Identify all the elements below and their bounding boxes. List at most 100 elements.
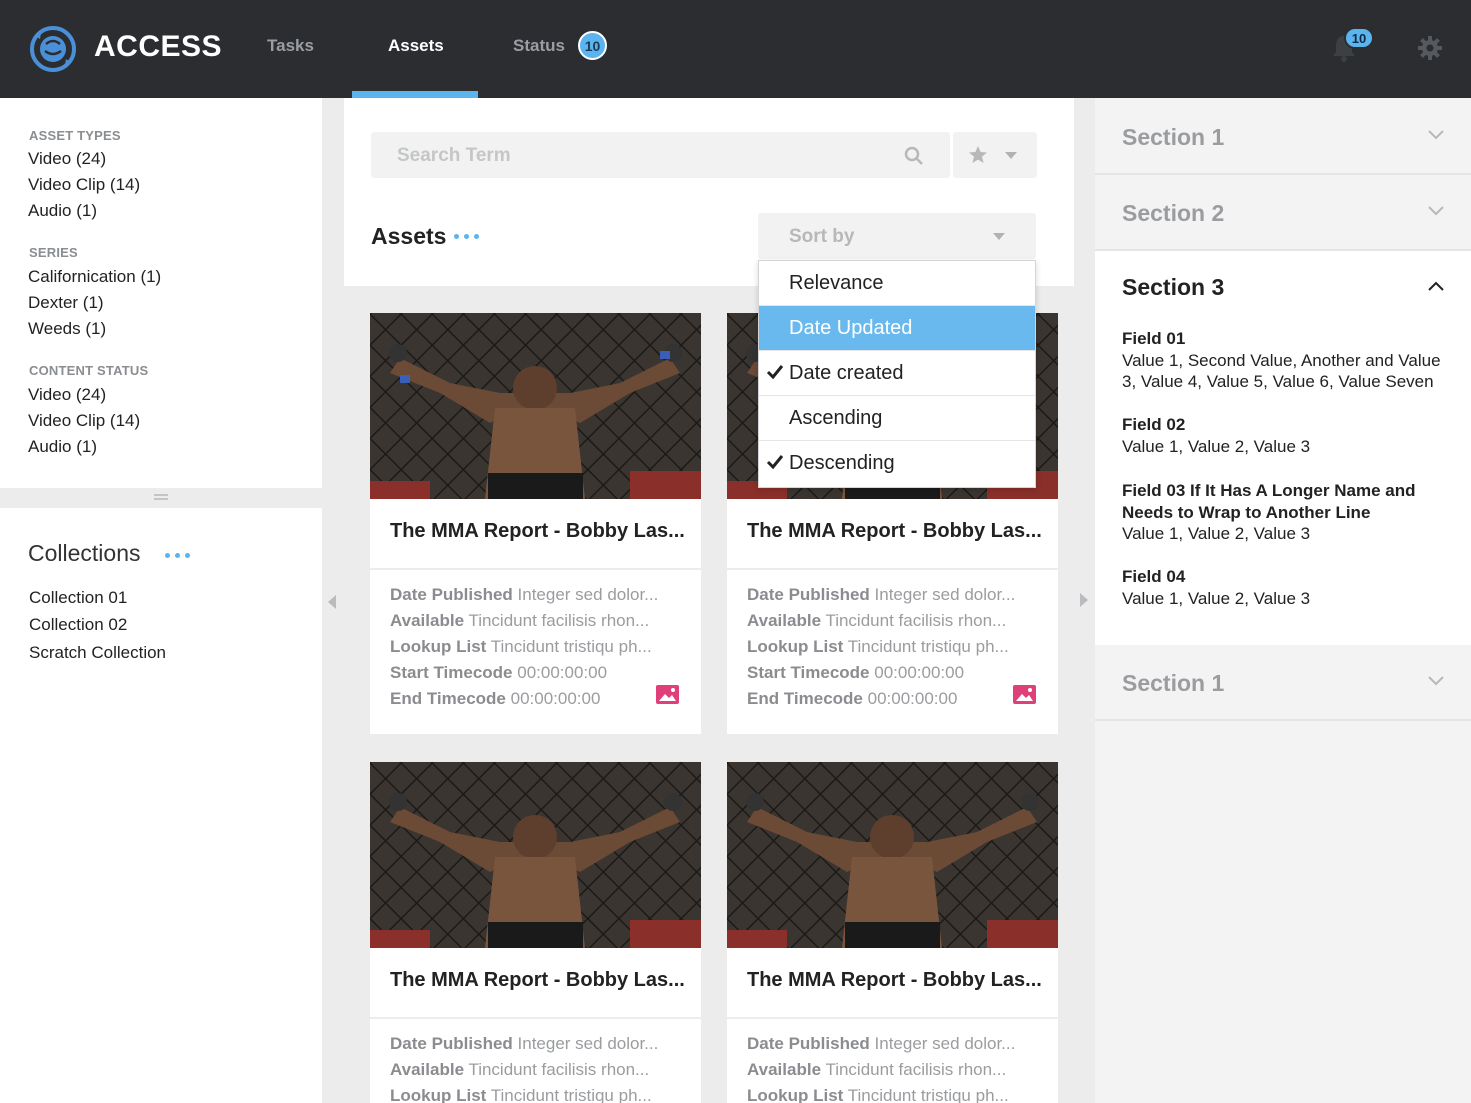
sort-by-select[interactable]: Sort by [758, 213, 1036, 259]
status-count-badge: 10 [578, 31, 607, 60]
search-placeholder: Search Term [397, 145, 511, 166]
sort-option-ascending[interactable]: Ascending [759, 396, 1035, 441]
field-02-value: Value 1, Value 2, Value 3 [1122, 437, 1311, 456]
brand-name: ACCESS [94, 30, 223, 63]
notification-count-badge: 10 [1344, 27, 1374, 49]
asset-title[interactable]: The MMA Report - Bobby Las... [747, 520, 1042, 543]
section-4-header[interactable]: Section 1 [1095, 645, 1471, 721]
image-type-icon [656, 685, 679, 704]
card-divider [370, 1017, 701, 1019]
asset-types-heading: ASSET TYPES [29, 128, 121, 143]
field-02-label: Field 02 [1122, 415, 1186, 434]
meta-available: Available Tincidunt facilisis rhon... [747, 1060, 1007, 1079]
card-divider [370, 568, 701, 570]
meta-date-published: Date Published Integer sed dolor... [390, 1034, 659, 1053]
section-2-header[interactable]: Section 2 [1095, 175, 1471, 251]
field-01-label: Field 01 [1122, 329, 1186, 348]
meta-end-timecode: End Timecode 00:00:00:00 [390, 689, 601, 708]
search-icon[interactable] [904, 146, 924, 166]
asset-card[interactable]: The MMA Report - Bobby Las... Date Publi… [370, 762, 701, 1103]
collection-item-02[interactable]: Collection 02 [29, 615, 127, 635]
asset-card[interactable]: The MMA Report - Bobby Las... Date Publi… [727, 762, 1058, 1103]
access-logo-icon[interactable] [28, 24, 78, 74]
meta-available: Available Tincidunt facilisis rhon... [747, 611, 1007, 630]
asset-title[interactable]: The MMA Report - Bobby Las... [390, 969, 685, 992]
sort-option-descending[interactable]: Descending [759, 441, 1035, 486]
meta-available: Available Tincidunt facilisis rhon... [390, 1060, 650, 1079]
meta-lookup-list: Lookup List Tincidunt tristiqu ph... [390, 1086, 652, 1103]
fighter-thumbnail-image [727, 762, 1058, 948]
sort-dropdown-menu: Relevance Date Updated Date created Asce… [758, 260, 1036, 488]
expand-right-panel-icon[interactable] [1080, 593, 1088, 607]
asset-card[interactable]: The MMA Report - Bobby Las... Date Publi… [370, 313, 701, 734]
meta-date-published: Date Published Integer sed dolor... [747, 1034, 1016, 1053]
field-04-label: Field 04 [1122, 567, 1186, 586]
collections-title: Collections [28, 540, 141, 566]
filter-asset-type-video[interactable]: Video (24) [28, 149, 106, 169]
asset-thumbnail[interactable] [370, 762, 701, 948]
meta-lookup-list: Lookup List Tincidunt tristiqu ph... [747, 1086, 1009, 1103]
chevron-up-icon[interactable] [1428, 281, 1444, 291]
details-panel: Section 1 Section 2 Section 3 Field 01 V… [1095, 98, 1471, 1103]
filter-status-audio[interactable]: Audio (1) [28, 437, 97, 457]
filter-asset-type-audio[interactable]: Audio (1) [28, 201, 97, 221]
series-heading: SERIES [29, 245, 78, 260]
asset-thumbnail[interactable] [727, 762, 1058, 948]
filter-series-weeds[interactable]: Weeds (1) [28, 319, 106, 339]
active-tab-indicator [352, 91, 478, 98]
chevron-down-icon [1428, 130, 1444, 140]
filter-asset-type-video-clip[interactable]: Video Clip (14) [28, 175, 140, 195]
top-navigation-bar: ACCESS Tasks Assets Status 10 10 [0, 0, 1471, 98]
search-input[interactable]: Search Term [371, 132, 950, 178]
section-3-title[interactable]: Section 3 [1122, 274, 1224, 301]
asset-thumbnail[interactable] [370, 313, 701, 499]
assets-more-icon[interactable] [454, 234, 479, 239]
collapse-left-panel-icon[interactable] [328, 595, 336, 609]
tab-tasks[interactable]: Tasks [267, 36, 314, 56]
field-04-value: Value 1, Value 2, Value 3 [1122, 589, 1311, 608]
collection-item-scratch[interactable]: Scratch Collection [29, 643, 166, 663]
settings-gear-icon[interactable] [1417, 35, 1443, 61]
star-icon [969, 146, 987, 163]
sidebar-resize-handle[interactable] [0, 488, 322, 508]
image-type-icon [1013, 685, 1036, 704]
card-divider [727, 1017, 1058, 1019]
section-title: Section 1 [1122, 124, 1225, 150]
section-1-header[interactable]: Section 1 [1095, 98, 1471, 175]
filter-status-video-clip[interactable]: Video Clip (14) [28, 411, 140, 431]
filter-series-californication[interactable]: Californication (1) [28, 267, 161, 287]
chevron-down-icon [1005, 152, 1017, 159]
meta-date-published: Date Published Integer sed dolor... [390, 585, 659, 604]
asset-title[interactable]: The MMA Report - Bobby Las... [390, 520, 685, 543]
card-divider [727, 568, 1058, 570]
resize-grip-icon [154, 494, 168, 496]
favorites-dropdown-button[interactable] [953, 132, 1037, 178]
asset-title[interactable]: The MMA Report - Bobby Las... [747, 969, 1042, 992]
field-01-value: Value 1, Second Value, Another and Value… [1122, 351, 1441, 391]
filter-series-dexter[interactable]: Dexter (1) [28, 293, 104, 313]
meta-available: Available Tincidunt facilisis rhon... [390, 611, 650, 630]
collection-item-01[interactable]: Collection 01 [29, 588, 127, 608]
collections-more-icon[interactable] [165, 553, 190, 558]
tab-status[interactable]: Status [513, 36, 565, 56]
meta-start-timecode: Start Timecode 00:00:00:00 [747, 663, 965, 682]
meta-end-timecode: End Timecode 00:00:00:00 [747, 689, 958, 708]
field-03-value: Value 1, Value 2, Value 3 [1122, 524, 1311, 543]
meta-date-published: Date Published Integer sed dolor... [747, 585, 1016, 604]
chevron-down-icon [1428, 206, 1444, 216]
fighter-thumbnail-image [370, 313, 701, 499]
section-title: Section 1 [1122, 670, 1225, 696]
fighter-thumbnail-image [370, 762, 701, 948]
sort-option-relevance[interactable]: Relevance [759, 261, 1035, 306]
sort-option-date-created[interactable]: Date created [759, 351, 1035, 396]
field-03-label: Field 03 If It Has A Longer Name and Nee… [1122, 481, 1416, 522]
checkmark-icon [766, 455, 784, 470]
chevron-down-icon [1428, 676, 1444, 686]
meta-lookup-list: Lookup List Tincidunt tristiqu ph... [747, 637, 1009, 656]
tab-assets[interactable]: Assets [388, 36, 444, 56]
meta-lookup-list: Lookup List Tincidunt tristiqu ph... [390, 637, 652, 656]
sort-option-date-updated[interactable]: Date Updated [759, 306, 1035, 351]
section-title: Section 2 [1122, 200, 1225, 226]
meta-start-timecode: Start Timecode 00:00:00:00 [390, 663, 608, 682]
filter-status-video[interactable]: Video (24) [28, 385, 106, 405]
